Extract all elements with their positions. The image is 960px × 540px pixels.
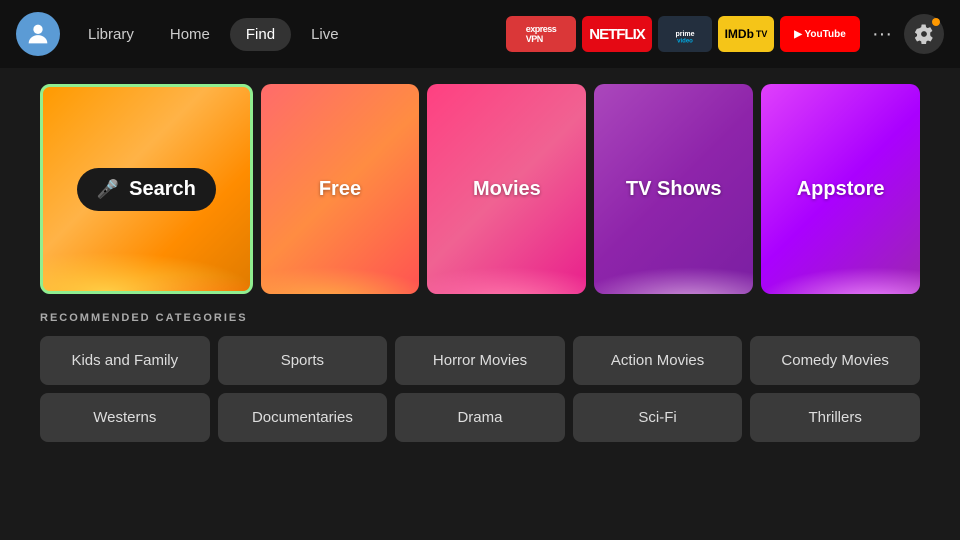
main-content: 🎤 Search Free Movies TV Shows Appstore R… <box>0 68 960 458</box>
appstore-tile[interactable]: Appstore <box>761 84 920 294</box>
app-imdb[interactable]: IMDbTV <box>718 16 774 52</box>
feature-tiles: 🎤 Search Free Movies TV Shows Appstore <box>40 84 920 294</box>
nav-library[interactable]: Library <box>72 18 150 51</box>
category-kids-and-family[interactable]: Kids and Family <box>40 336 210 385</box>
category-horror-movies[interactable]: Horror Movies <box>395 336 565 385</box>
nav-find[interactable]: Find <box>230 18 291 51</box>
app-icons: expressVPN NETFLIX prime video IMDbTV ▶ … <box>506 14 944 54</box>
nav-links: Library Home Find Live <box>72 18 355 51</box>
search-label: Search <box>129 178 196 201</box>
movies-tile[interactable]: Movies <box>427 84 586 294</box>
app-netflix[interactable]: NETFLIX <box>582 16 652 52</box>
svg-text:prime: prime <box>675 31 694 38</box>
category-drama[interactable]: Drama <box>395 393 565 442</box>
app-youtube[interactable]: ▶ YouTube <box>780 16 860 52</box>
categories-title: RECOMMENDED CATEGORIES <box>40 312 920 324</box>
tvshows-label: TV Shows <box>626 178 722 201</box>
category-westerns[interactable]: Westerns <box>40 393 210 442</box>
free-label: Free <box>319 178 361 201</box>
appstore-label: Appstore <box>797 178 885 201</box>
nav-live[interactable]: Live <box>295 18 355 51</box>
category-sports[interactable]: Sports <box>218 336 388 385</box>
category-grid: Kids and Family Sports Horror Movies Act… <box>40 336 920 442</box>
nav-home[interactable]: Home <box>154 18 226 51</box>
tvshows-tile[interactable]: TV Shows <box>594 84 753 294</box>
search-tile[interactable]: 🎤 Search <box>40 84 253 294</box>
category-documentaries[interactable]: Documentaries <box>218 393 388 442</box>
category-action-movies[interactable]: Action Movies <box>573 336 743 385</box>
settings-button[interactable] <box>904 14 944 54</box>
categories-section: RECOMMENDED CATEGORIES Kids and Family S… <box>40 312 920 442</box>
movies-label: Movies <box>473 178 541 201</box>
category-row-2: Westerns Documentaries Drama Sci-Fi Thri… <box>40 393 920 442</box>
category-comedy-movies[interactable]: Comedy Movies <box>750 336 920 385</box>
category-row-1: Kids and Family Sports Horror Movies Act… <box>40 336 920 385</box>
free-tile[interactable]: Free <box>261 84 420 294</box>
microphone-icon: 🎤 <box>97 179 119 200</box>
settings-notification-dot <box>932 18 940 26</box>
search-pill[interactable]: 🎤 Search <box>77 168 216 211</box>
svg-text:video: video <box>677 39 693 45</box>
top-nav: Library Home Find Live expressVPN NETFLI… <box>0 0 960 68</box>
category-sci-fi[interactable]: Sci-Fi <box>573 393 743 442</box>
app-expressvpn[interactable]: expressVPN <box>506 16 576 52</box>
category-thrillers[interactable]: Thrillers <box>750 393 920 442</box>
more-apps-button[interactable]: ··· <box>866 23 898 46</box>
avatar[interactable] <box>16 12 60 56</box>
app-prime-video[interactable]: prime video <box>658 16 712 52</box>
